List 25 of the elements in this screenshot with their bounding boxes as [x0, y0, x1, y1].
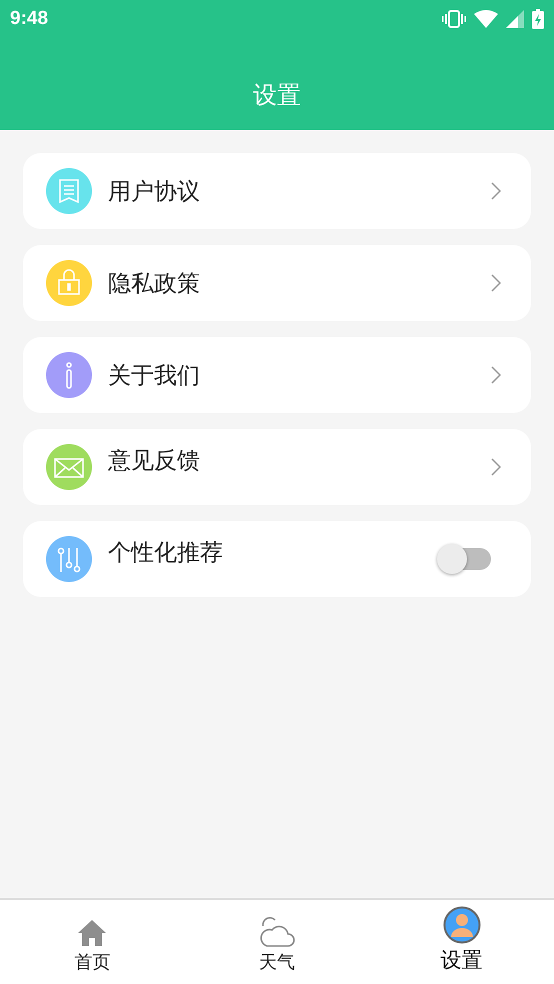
item-label: 隐私政策 [108, 270, 201, 298]
signal-icon [506, 10, 524, 28]
page-title: 设置 [253, 80, 301, 110]
cloud-icon [258, 914, 296, 948]
nav-tab[interactable]: 天气 [184, 900, 370, 984]
settings-item[interactable]: 隐私政策 [23, 245, 531, 321]
settings-item[interactable]: 关于我们 [23, 337, 531, 413]
chevron-right-icon [491, 458, 501, 476]
item-label: 个性化推荐 [108, 538, 224, 568]
item-label: 关于我们 [108, 362, 201, 390]
item-label: 用户协议 [108, 178, 201, 206]
wifi-icon [474, 10, 498, 28]
status-time: 9:48 [10, 8, 48, 30]
chevron-right-icon [491, 274, 501, 292]
chevron-right-icon [491, 366, 501, 384]
item-label: 意见反馈 [108, 446, 201, 476]
settings-item[interactable]: 意见反馈 [23, 429, 531, 505]
nav-tab[interactable]: 首页 [0, 900, 185, 984]
chevron-right-icon [491, 182, 501, 200]
home-icon [77, 918, 108, 948]
battery-icon [532, 9, 544, 29]
avatar-icon [442, 906, 481, 944]
settings-item[interactable]: 用户协议 [23, 153, 531, 229]
nav-tab[interactable]: 设置 [369, 900, 554, 984]
vibrate-icon [442, 10, 466, 28]
